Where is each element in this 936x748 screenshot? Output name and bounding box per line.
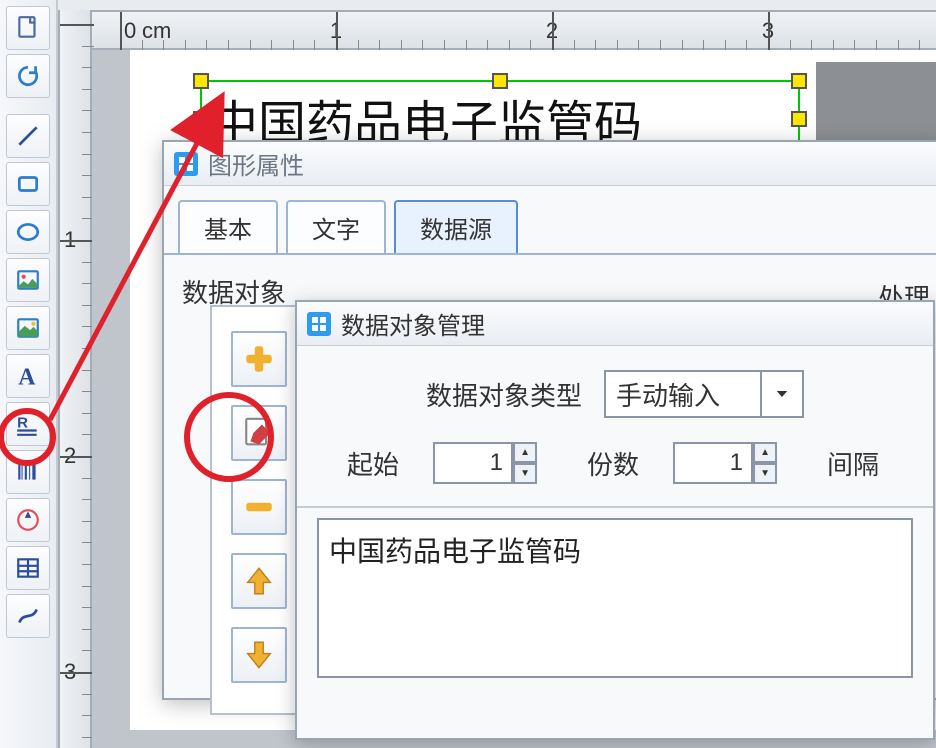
selection-handle[interactable] (193, 73, 209, 89)
data-object-buttons (210, 305, 308, 715)
selection-handle[interactable] (193, 111, 209, 127)
type-select[interactable]: 手动输入 (604, 370, 804, 418)
type-value: 手动输入 (616, 376, 720, 413)
tool-barcode[interactable] (6, 450, 50, 494)
tool-ellipse[interactable] (6, 210, 50, 254)
tab-datasource[interactable]: 数据源 (394, 200, 518, 253)
tool-document[interactable] (6, 6, 50, 50)
tool-line[interactable] (6, 114, 50, 158)
count-input[interactable]: 1 ▲▼ (673, 442, 753, 484)
remove-button[interactable] (231, 479, 287, 535)
svg-text:A: A (18, 365, 36, 389)
selection-handle[interactable] (492, 73, 508, 89)
add-button[interactable] (231, 331, 287, 387)
move-down-button[interactable] (231, 627, 287, 683)
inner-dialog-icon (307, 312, 331, 336)
ruler-horizontal: 0 cm 1 2 3 (92, 10, 936, 50)
inner-titlebar[interactable]: 数据对象管理 (297, 302, 933, 346)
gray-margin (816, 62, 936, 140)
ruler-unit-text: cm (142, 18, 171, 44)
dialog-icon (174, 152, 198, 176)
spinner[interactable]: ▲▼ (513, 442, 537, 484)
tool-table[interactable] (6, 546, 50, 590)
type-label: 数据对象类型 (426, 376, 582, 413)
count-label: 份数 (587, 445, 639, 482)
selection-handle[interactable] (791, 111, 807, 127)
chevron-down-icon[interactable] (760, 372, 802, 416)
dialog-titlebar[interactable]: 图形属性 (164, 142, 936, 186)
tool-text[interactable]: A (6, 354, 50, 398)
dialog-title: 图形属性 (208, 146, 304, 181)
interval-label: 间隔 (827, 445, 879, 482)
ruler-unit: 0 (124, 18, 136, 44)
tabs: 基本 文字 数据源 (164, 186, 936, 253)
inner-dialog-title: 数据对象管理 (341, 306, 485, 341)
tool-rich-text[interactable]: R (6, 402, 50, 446)
tool-picture[interactable] (6, 306, 50, 350)
toolbar-left: A R (0, 0, 58, 748)
svg-text:R: R (17, 414, 28, 431)
content-textarea[interactable]: 中国药品电子监管码 (317, 518, 913, 678)
tab-basic[interactable]: 基本 (178, 200, 278, 253)
move-up-button[interactable] (231, 553, 287, 609)
tool-image[interactable] (6, 258, 50, 302)
edit-button[interactable] (231, 405, 287, 461)
ruler-vertical: 1 2 3 (58, 10, 92, 748)
spinner[interactable]: ▲▼ (753, 442, 777, 484)
tool-curve[interactable] (6, 594, 50, 638)
tool-rect[interactable] (6, 162, 50, 206)
tool-refresh[interactable] (6, 54, 50, 98)
tool-polygon[interactable] (6, 498, 50, 542)
start-label: 起始 (347, 445, 399, 482)
start-input[interactable]: 1 ▲▼ (433, 442, 513, 484)
selection-handle[interactable] (791, 73, 807, 89)
tab-text[interactable]: 文字 (286, 200, 386, 253)
dialog-data-object-manager: 数据对象管理 数据对象类型 手动输入 起始 1 ▲▼ 份数 1 ▲▼ 间隔 中国… (295, 300, 935, 740)
